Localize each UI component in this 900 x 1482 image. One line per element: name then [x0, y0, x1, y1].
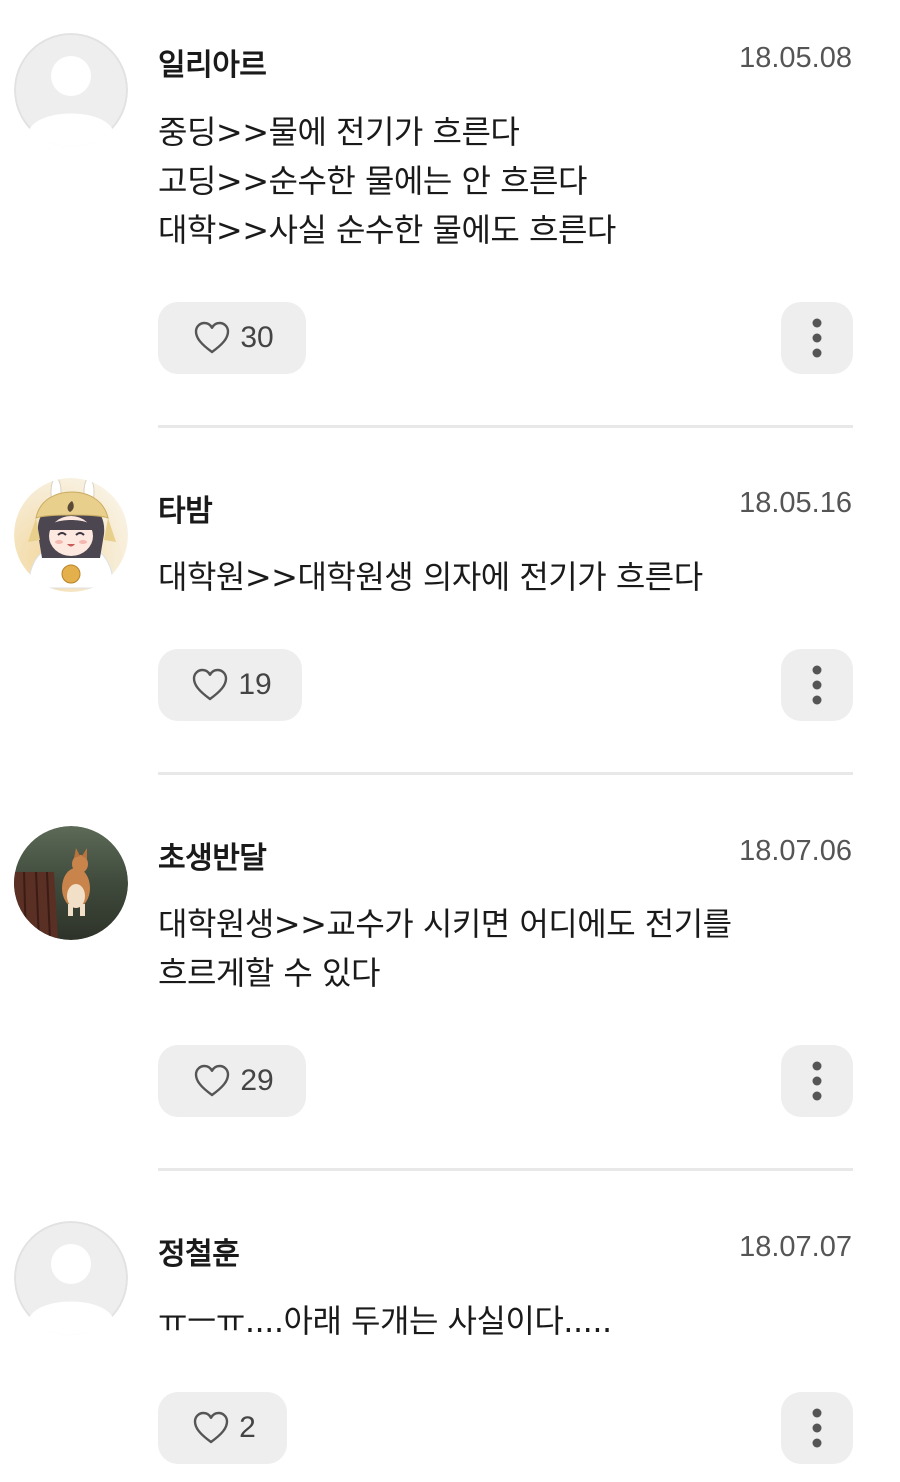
comment-text-line: 흐르게할 수 있다 [158, 954, 380, 992]
corgi-dog-photo-avatar[interactable] [14, 826, 128, 940]
comment-text-line: 대학>>사실 순수한 물에도 흐른다 [158, 211, 616, 249]
divider [158, 425, 853, 428]
more-vertical-icon [812, 665, 822, 705]
comment-author[interactable]: 일리아르 [158, 40, 267, 84]
divider [158, 1168, 853, 1171]
comment-text-line: ㅠㅡㅠ....아래 두개는 사실이다..... [158, 1302, 612, 1340]
comment-text: 대학원생>>교수가 시키면 어디에도 전기를 흐르게할 수 있다 [158, 900, 838, 998]
comment-date: 18.05.08 [739, 42, 852, 74]
like-button[interactable]: 29 [158, 1045, 306, 1117]
heart-icon [195, 321, 230, 354]
like-count: 19 [238, 668, 272, 701]
comment-text: ㅠㅡㅠ....아래 두개는 사실이다..... [158, 1297, 838, 1346]
comment-author[interactable]: 정철훈 [158, 1229, 240, 1273]
like-button[interactable]: 19 [158, 649, 302, 721]
anime-character-avatar[interactable] [14, 478, 128, 592]
comment-date: 18.07.07 [739, 1231, 852, 1263]
heart-icon [195, 1064, 230, 1097]
default-avatar-icon[interactable] [14, 33, 128, 147]
divider [158, 772, 853, 775]
default-avatar-icon[interactable] [14, 1221, 128, 1335]
more-vertical-icon [812, 1408, 822, 1448]
more-options-button[interactable] [781, 1392, 853, 1464]
more-options-button[interactable] [781, 302, 853, 374]
more-vertical-icon [812, 318, 822, 358]
comment-author[interactable]: 타밤 [158, 486, 213, 530]
more-vertical-icon [812, 1061, 822, 1101]
like-count: 2 [239, 1411, 256, 1444]
more-options-button[interactable] [781, 1045, 853, 1117]
comment-date: 18.05.16 [739, 487, 852, 519]
heart-icon [193, 668, 228, 701]
comment-text-line: 대학원생>>교수가 시키면 어디에도 전기를 [158, 905, 732, 943]
comment-date: 18.07.06 [739, 835, 852, 867]
comment-author[interactable]: 초생반달 [158, 833, 267, 877]
like-count: 30 [240, 321, 274, 354]
comment-text-line: 중딩>>물에 전기가 흐른다 [158, 113, 520, 151]
like-button[interactable]: 2 [158, 1392, 287, 1464]
like-button[interactable]: 30 [158, 302, 306, 374]
more-options-button[interactable] [781, 649, 853, 721]
like-count: 29 [240, 1064, 274, 1097]
comment-text: 중딩>>물에 전기가 흐른다 고딩>>순수한 물에는 안 흐른다 대학>>사실 … [158, 108, 838, 255]
heart-icon [193, 1411, 229, 1444]
comment-text: 대학원>>대학원생 의자에 전기가 흐른다 [158, 553, 838, 602]
comment-text-line: 대학원>>대학원생 의자에 전기가 흐른다 [158, 558, 703, 596]
comment-text-line: 고딩>>순수한 물에는 안 흐른다 [158, 162, 587, 200]
